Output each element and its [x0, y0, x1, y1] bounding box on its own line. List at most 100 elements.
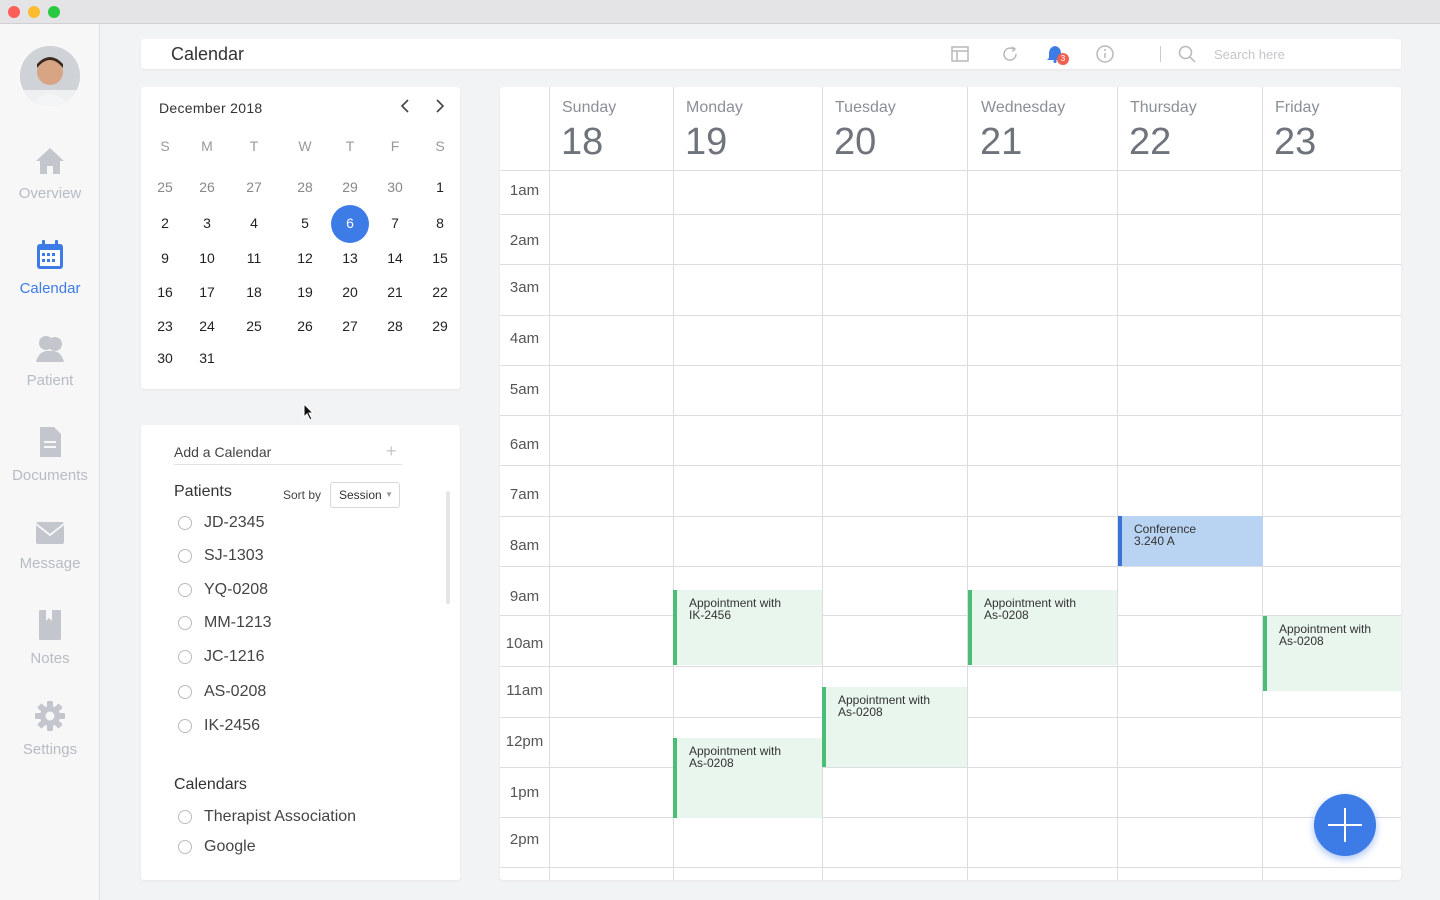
mini-calendar-day[interactable]: 30	[375, 179, 415, 195]
mini-calendar-day[interactable]: 10	[187, 250, 227, 266]
add-calendar-button[interactable]: +	[386, 441, 397, 462]
weekday-header: T	[345, 138, 355, 154]
event-detail: 3.240 A	[1134, 534, 1175, 548]
mini-calendar-day[interactable]: 8	[420, 215, 460, 231]
mini-calendar-day[interactable]: 15	[420, 250, 460, 266]
mini-calendar-day[interactable]: 1	[420, 179, 460, 195]
calendar-event[interactable]: Appointment with As-0208	[968, 590, 1117, 665]
close-window-button[interactable]	[8, 6, 20, 18]
mini-calendar-day[interactable]: 22	[420, 284, 460, 300]
mini-calendar-day[interactable]: 28	[285, 179, 325, 195]
radio-button[interactable]	[178, 583, 192, 597]
sidebar-item-calendar[interactable]: Calendar	[0, 240, 100, 297]
bookmark-icon	[0, 610, 100, 644]
mini-calendar-day[interactable]: 24	[187, 318, 227, 334]
mini-calendar-day[interactable]: 14	[375, 250, 415, 266]
sidebar-item-overview[interactable]: Overview	[0, 147, 100, 202]
mini-calendar-day[interactable]: 18	[234, 284, 274, 300]
calendar-event[interactable]: Appointment with As-0208	[673, 738, 822, 818]
mini-calendar-day[interactable]: 29	[420, 318, 460, 334]
sidebar-item-notes[interactable]: Notes	[0, 610, 100, 667]
mini-calendar-day[interactable]: 27	[330, 318, 370, 334]
grid-row-line	[500, 365, 1401, 366]
grid-row-line	[500, 767, 1401, 768]
day-header-name: Sunday	[562, 99, 617, 116]
next-month-button[interactable]	[434, 99, 446, 118]
radio-button[interactable]	[178, 719, 192, 733]
mini-calendar-day[interactable]: 11	[234, 250, 274, 266]
weekday-header: W	[298, 138, 312, 154]
mini-calendar-day[interactable]: 28	[375, 318, 415, 334]
calendar-event[interactable]: Appointment with As-0208	[822, 687, 967, 767]
grid-column-line	[1117, 87, 1118, 880]
weekday-header: T	[249, 138, 259, 154]
mini-calendar-day[interactable]: 7	[375, 215, 415, 231]
sidebar-item-message[interactable]: Message	[0, 521, 100, 572]
patient-label: JD-2345	[204, 514, 265, 531]
calendar-event[interactable]: Conference 3.240 A	[1118, 516, 1263, 566]
day-header-number[interactable]: 22	[1129, 121, 1171, 164]
radio-button[interactable]	[178, 650, 192, 664]
day-header-number[interactable]: 20	[834, 121, 876, 164]
add-calendar-label[interactable]: Add a Calendar	[174, 444, 271, 460]
mini-calendar-day[interactable]: 26	[187, 179, 227, 195]
mini-calendar-day[interactable]: 30	[145, 350, 185, 366]
mini-calendar-day[interactable]: 25	[145, 179, 185, 195]
mini-calendar-day[interactable]: 20	[330, 284, 370, 300]
sidebar-item-label: Calendar	[19, 280, 81, 297]
mini-calendar-day[interactable]: 12	[285, 250, 325, 266]
day-header-name: Thursday	[1130, 99, 1197, 116]
envelope-icon	[0, 521, 100, 549]
radio-button[interactable]	[178, 616, 192, 630]
mini-calendar-day[interactable]: 25	[234, 318, 274, 334]
mini-calendar-day[interactable]: 27	[234, 179, 274, 195]
mini-calendar-day[interactable]: 31	[187, 350, 227, 366]
mini-calendar-day[interactable]: 21	[375, 284, 415, 300]
user-avatar[interactable]	[20, 46, 80, 106]
radio-button[interactable]	[178, 516, 192, 530]
calendar-label: Google	[204, 838, 256, 855]
refresh-icon[interactable]	[1001, 45, 1019, 68]
sidebar-item-settings[interactable]: Settings	[0, 701, 100, 758]
hour-label: 1am	[509, 182, 540, 199]
info-icon[interactable]	[1096, 45, 1114, 68]
mini-calendar-day[interactable]: 3	[187, 215, 227, 231]
day-header-number[interactable]: 18	[561, 121, 603, 164]
zoom-window-button[interactable]	[48, 6, 60, 18]
radio-button[interactable]	[178, 840, 192, 854]
hour-label: 5am	[509, 381, 540, 398]
sidebar-item-documents[interactable]: Documents	[0, 427, 100, 484]
grid-row-line	[500, 465, 1401, 466]
sidebar-item-patient[interactable]: Patient	[0, 334, 100, 389]
mini-calendar-day[interactable]: 9	[145, 250, 185, 266]
mini-calendar-day[interactable]: 17	[187, 284, 227, 300]
calendar-event[interactable]: Appointment with IK-2456	[673, 590, 822, 665]
radio-button[interactable]	[178, 549, 192, 563]
weekday-header: S	[160, 138, 170, 154]
add-event-button[interactable]	[1314, 794, 1376, 856]
mini-calendar-day[interactable]: 16	[145, 284, 185, 300]
day-header-number[interactable]: 23	[1274, 121, 1316, 164]
mini-calendar-day[interactable]: 6	[330, 215, 370, 231]
sort-select[interactable]: Session ▼	[330, 482, 400, 508]
mini-calendar-day[interactable]: 13	[330, 250, 370, 266]
day-header-number[interactable]: 21	[980, 121, 1022, 164]
mini-calendar-day[interactable]: 2	[145, 215, 185, 231]
minimize-window-button[interactable]	[28, 6, 40, 18]
layout-icon[interactable]	[951, 45, 969, 68]
scrollbar[interactable]	[446, 491, 450, 604]
mini-calendar-day[interactable]: 4	[234, 215, 274, 231]
search-input[interactable]: Search here	[1214, 47, 1285, 62]
calendar-event[interactable]: Appointment with As-0208	[1263, 616, 1401, 691]
mini-calendar-day[interactable]: 23	[145, 318, 185, 334]
search-icon[interactable]	[1178, 45, 1196, 68]
day-header-number[interactable]: 19	[685, 121, 727, 164]
mini-calendar-day[interactable]: 26	[285, 318, 325, 334]
radio-button[interactable]	[178, 810, 192, 824]
mini-calendar-day[interactable]: 5	[285, 215, 325, 231]
radio-button[interactable]	[178, 685, 192, 699]
mini-calendar-day[interactable]: 19	[285, 284, 325, 300]
previous-month-button[interactable]	[399, 99, 411, 118]
mini-calendar-day[interactable]: 29	[330, 179, 370, 195]
day-header-name: Wednesday	[981, 99, 1066, 116]
